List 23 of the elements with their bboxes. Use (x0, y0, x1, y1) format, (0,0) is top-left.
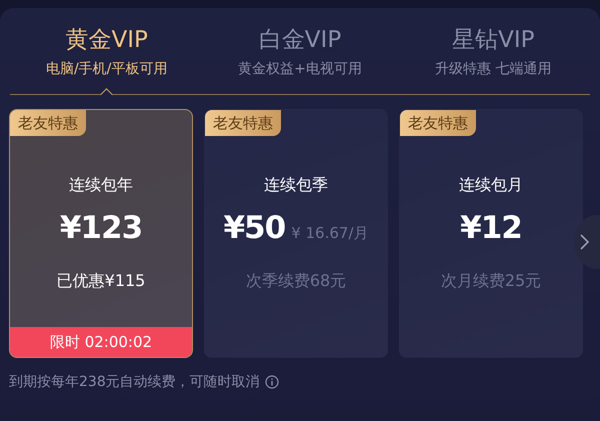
countdown-timer: 限时 02:00:02 (10, 327, 192, 357)
plan-name: 连续包季 (264, 175, 328, 196)
promo-tag: 老友特惠 (400, 110, 476, 136)
renewal-note: 次季续费68元 (246, 271, 346, 292)
plan-tab[interactable]: 白金VIP 黄金权益+电视可用 (203, 8, 397, 94)
plan-card[interactable]: 老友特惠 连续包季 ¥50 ¥ 16.67/月 次季续费68元 (204, 109, 388, 358)
renewal-terms: 到期按每年238元自动续费，可随时取消 (9, 373, 260, 391)
plan-name: 连续包月 (459, 175, 523, 196)
plan-tab[interactable]: 黄金VIP 电脑/手机/平板可用 (10, 8, 204, 94)
plan-name: 连续包年 (69, 175, 133, 196)
plan-card[interactable]: 老友特惠 连续包年 ¥123 已优惠¥115 限时 02:00:02 (9, 109, 193, 358)
chevron-right-icon (580, 234, 589, 250)
promo-tag: 老友特惠 (10, 110, 86, 136)
promo-tag: 老友特惠 (205, 110, 281, 136)
plan-price: ¥50 (223, 210, 286, 246)
monthly-price: ¥ 16.67/月 (291, 224, 369, 243)
plan-tab[interactable]: 星钻VIP 升级特惠 七端通用 (396, 8, 590, 94)
renewal-note: 次月续费25元 (440, 271, 542, 292)
info-icon[interactable] (264, 375, 279, 389)
plan-price: ¥12 (460, 210, 522, 246)
plan-price: ¥123 (60, 210, 142, 246)
renewal-note: 已优惠¥115 (56, 271, 146, 292)
plan-card[interactable]: 老友特惠 连续包月 ¥12 次月续费25元 (399, 109, 583, 358)
